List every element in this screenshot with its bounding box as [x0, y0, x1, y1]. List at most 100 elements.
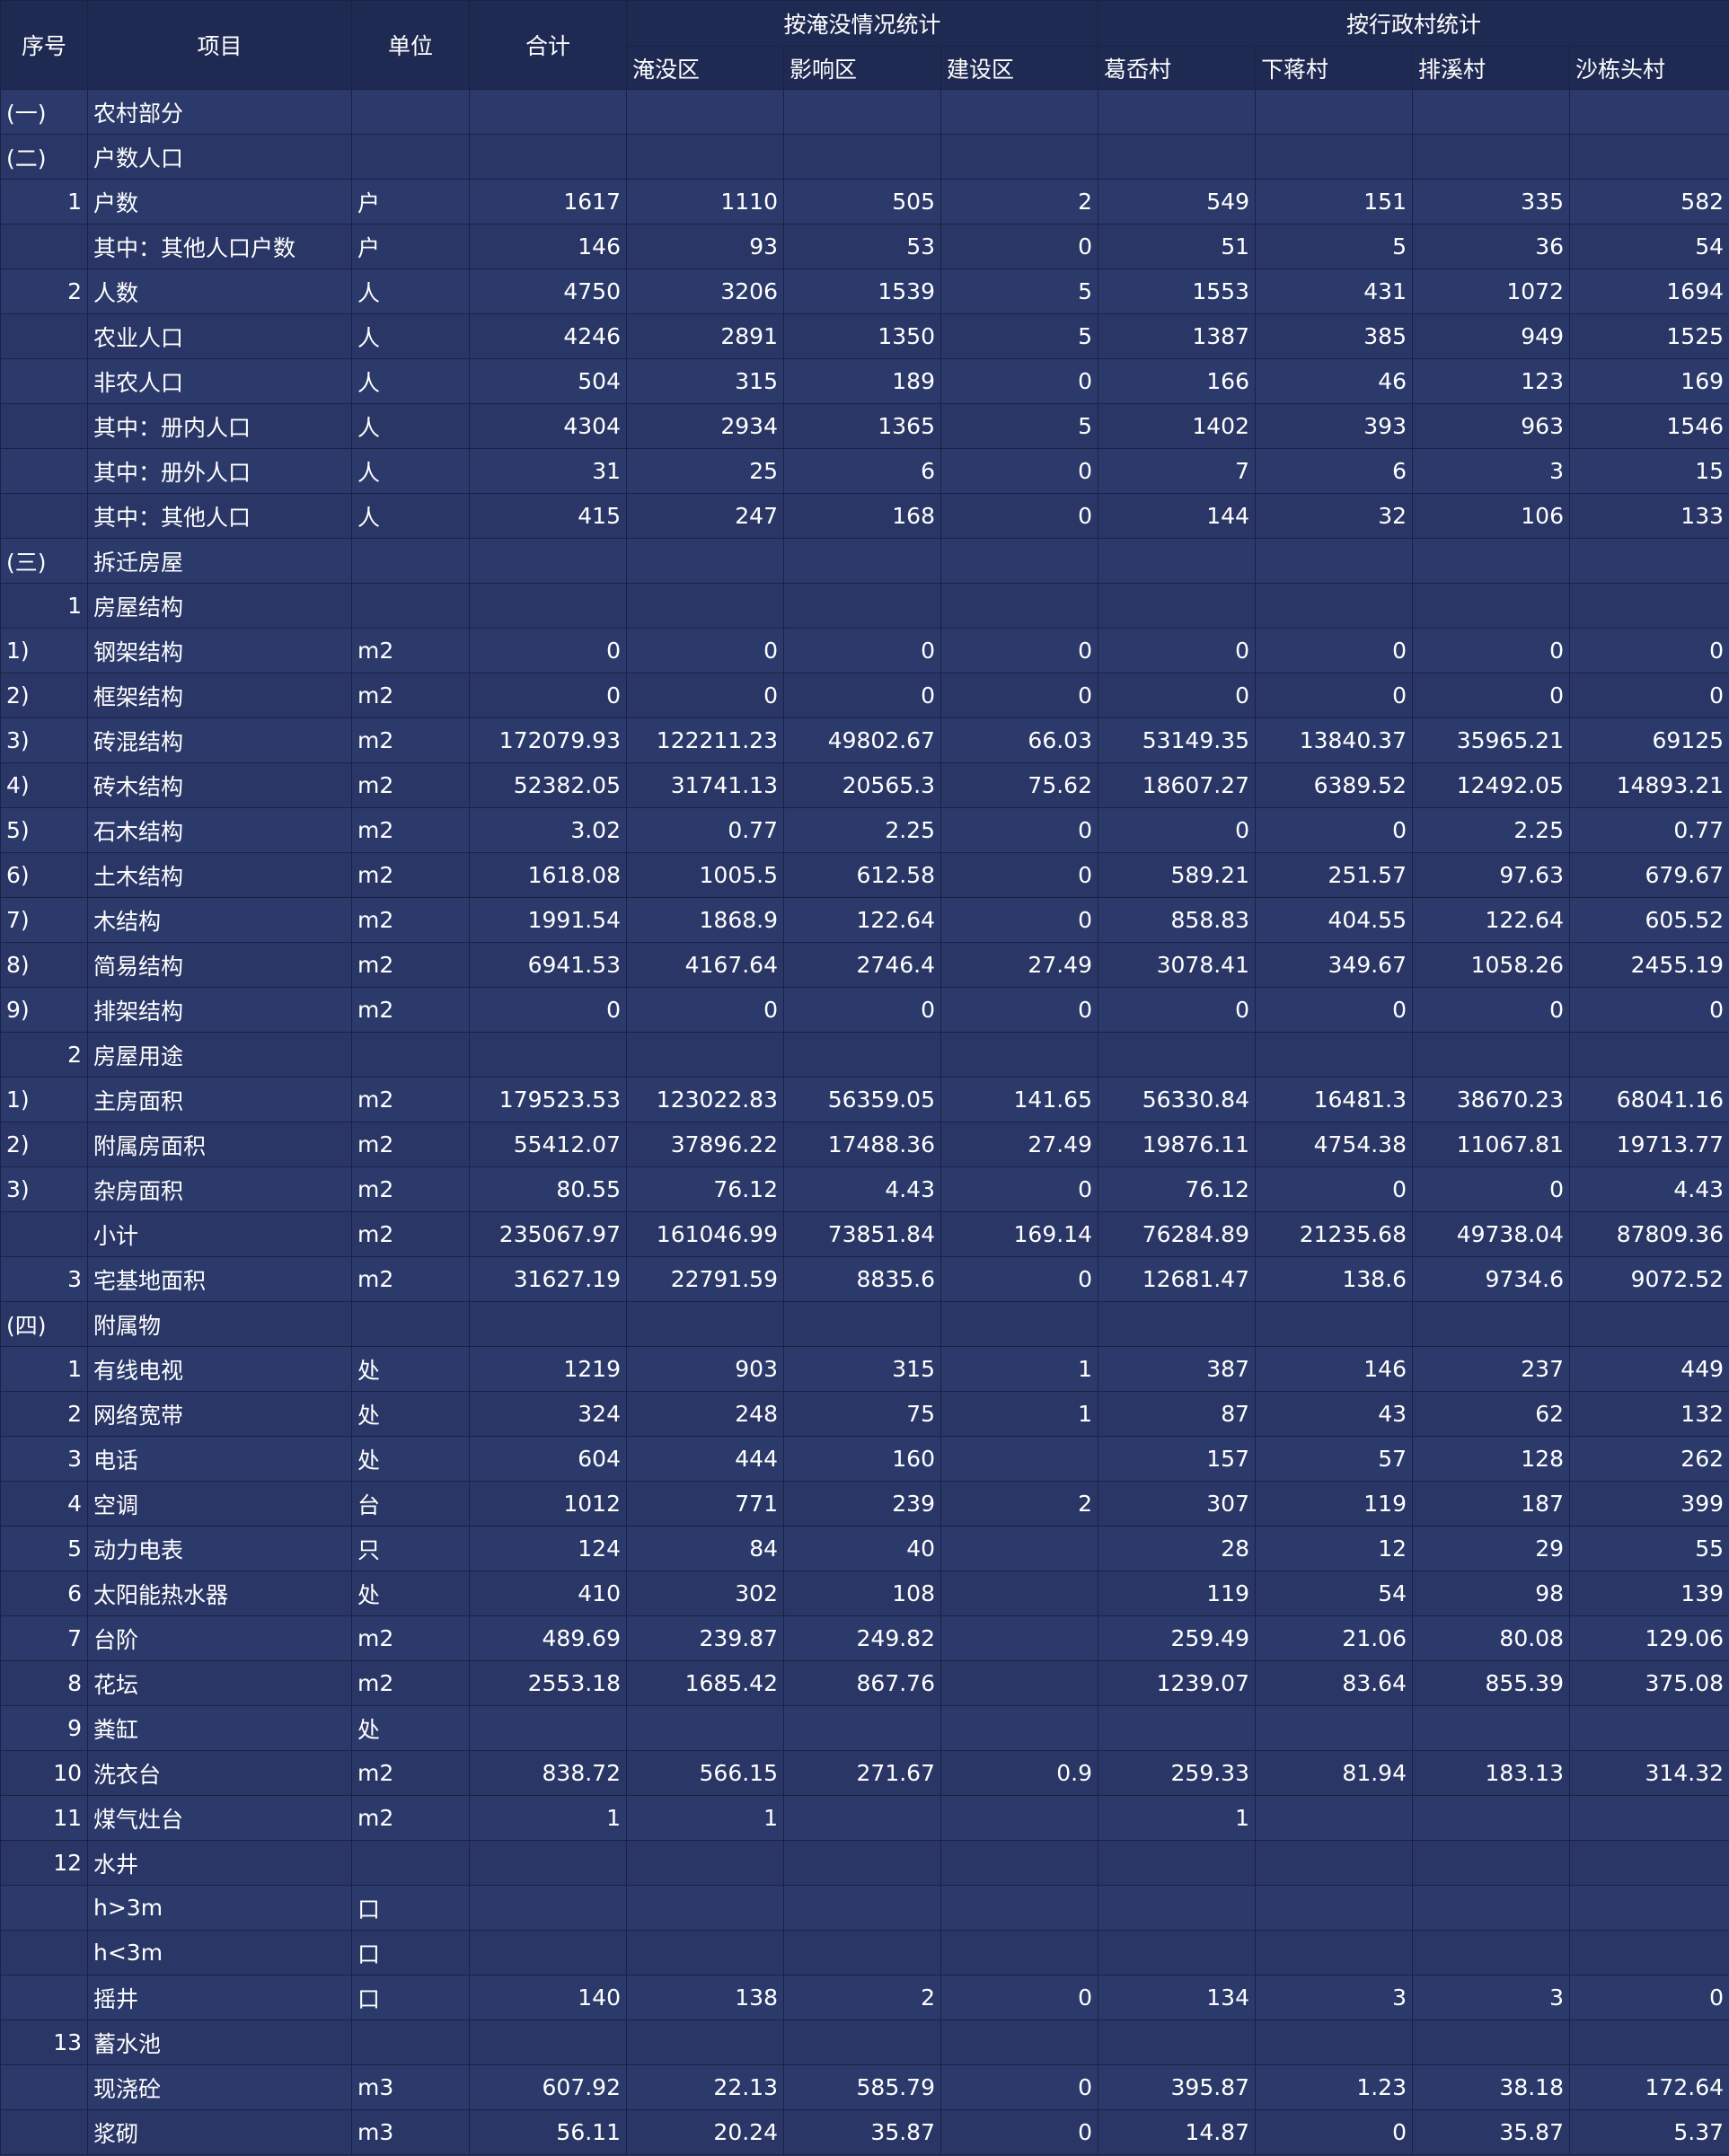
cell-value [1412, 583, 1570, 629]
cell-value: 259.49 [1098, 1615, 1256, 1661]
cell-value: 139 [1568, 1571, 1729, 1616]
cell-value: 183.13 [1412, 1750, 1570, 1796]
cell-value [940, 134, 1098, 180]
cell-value: 160 [783, 1436, 941, 1482]
cell-seq [0, 448, 88, 494]
cell-value: 144 [1098, 493, 1256, 539]
cell-value: 122211.23 [626, 717, 784, 763]
cell-item: 网络宽带 [87, 1391, 352, 1437]
cell-value: 1058.26 [1412, 942, 1570, 988]
cell-seq: 7) [0, 897, 88, 943]
cell-seq: 9 [0, 1705, 88, 1751]
cell-value [1255, 2020, 1413, 2065]
cell-value: 585.79 [783, 2064, 941, 2110]
cell-value: 56.11 [469, 2109, 627, 2155]
cell-value: 444 [626, 1436, 784, 1482]
cell-value: 3 [1412, 1975, 1570, 2020]
cell-value [1255, 1301, 1413, 1347]
table-row: 2) 框架结构 m2 0 0 0 0 0 0 0 0 [0, 673, 1729, 718]
cell-value: 12681.47 [1098, 1256, 1256, 1302]
cell-value [1255, 583, 1413, 629]
cell-item: 附属房面积 [87, 1122, 352, 1167]
cell-value: 239 [783, 1481, 941, 1527]
cell-item: 洗衣台 [87, 1750, 352, 1796]
cell-value: 5 [940, 313, 1098, 359]
cell-unit: m2 [351, 1615, 470, 1661]
cell-value [1568, 1885, 1729, 1931]
cell-value [783, 1705, 941, 1751]
cell-value: 146 [1255, 1346, 1413, 1392]
cell-value: 166 [1098, 358, 1256, 404]
table-row: 1 有线电视处 1219 903 315 1 387 146 237 449 [0, 1346, 1729, 1392]
cell-value: 55 [1568, 1526, 1729, 1571]
cell-seq: 8) [0, 942, 88, 988]
cell-value: 119 [1098, 1571, 1256, 1616]
cell-value: 307 [1098, 1481, 1256, 1527]
cell-value [783, 1930, 941, 1976]
cell-value: 0 [1412, 1166, 1570, 1212]
cell-value [783, 1795, 941, 1841]
cell-value: 549 [1098, 179, 1256, 224]
cell-unit: m2 [351, 807, 470, 853]
cell-value [783, 538, 941, 584]
cell-value: 838.72 [469, 1750, 627, 1796]
cell-value: 108 [783, 1571, 941, 1616]
cell-item: 太阳能热水器 [87, 1571, 352, 1616]
cell-value: 157 [1098, 1436, 1256, 1482]
cell-value: 1.23 [1255, 2064, 1413, 2110]
cell-item: 水井 [87, 1840, 352, 1886]
cell-value: 87 [1098, 1391, 1256, 1437]
header-sub: 排溪村 [1412, 46, 1570, 90]
cell-value: 129.06 [1568, 1615, 1729, 1661]
cell-value: 5 [1255, 224, 1413, 269]
cell-value: 133 [1568, 493, 1729, 539]
cell-value [940, 1885, 1098, 1931]
cell-value: 335 [1412, 179, 1570, 224]
cell-value: 17488.36 [783, 1122, 941, 1167]
cell-value [783, 134, 941, 180]
cell-value: 1553 [1098, 268, 1256, 314]
cell-value: 43 [1255, 1391, 1413, 1437]
cell-value [1098, 1885, 1256, 1931]
cell-value: 3.02 [469, 807, 627, 853]
cell-value: 122.64 [1412, 897, 1570, 943]
cell-value: 6941.53 [469, 942, 627, 988]
cell-value: 179523.53 [469, 1077, 627, 1122]
cell-seq: 12 [0, 1840, 88, 1886]
table-row: 4 空调台 1012 771 239 2 307 119 187 399 [0, 1481, 1729, 1527]
cell-seq [0, 2109, 88, 2155]
cell-value: 5.37 [1568, 2109, 1729, 2155]
cell-value: 2746.4 [783, 942, 941, 988]
cell-value: 1 [1098, 1795, 1256, 1841]
cell-value: 0 [940, 224, 1098, 269]
cell-value [1568, 1301, 1729, 1347]
cell-value: 53 [783, 224, 941, 269]
cell-item: 浆砌 [87, 2109, 352, 2155]
table-row: 9) 排架结构 m2 0 0 0 0 0 0 0 0 [0, 987, 1729, 1033]
cell-value [626, 583, 784, 629]
cell-value: 1 [469, 1795, 627, 1841]
cell-item: 杂房面积 [87, 1166, 352, 1212]
cell-value: 449 [1568, 1346, 1729, 1392]
table-row: 其中：其他人口人 415 247 168 0 144 32 106 133 [0, 493, 1729, 539]
cell-value: 31 [469, 448, 627, 494]
cell-value: 21235.68 [1255, 1211, 1413, 1257]
cell-item: 宅基地面积 [87, 1256, 352, 1302]
cell-value [1568, 1795, 1729, 1841]
cell-value: 0 [1568, 628, 1729, 673]
cell-seq: 5 [0, 1526, 88, 1571]
cell-value [469, 538, 627, 584]
cell-value: 0.77 [1568, 807, 1729, 853]
cell-value [1255, 1930, 1413, 1976]
cell-item: 非农人口 [87, 358, 352, 404]
cell-item: 框架结构 [87, 673, 352, 718]
cell-value: 0 [1412, 673, 1570, 718]
cell-unit: m2 [351, 1750, 470, 1796]
cell-value: 0.77 [626, 807, 784, 853]
cell-value: 604 [469, 1436, 627, 1482]
table-row: (一) 农村部分 [0, 89, 1729, 135]
cell-value: 81.94 [1255, 1750, 1413, 1796]
cell-value: 1 [940, 1346, 1098, 1392]
cell-value: 35.87 [1412, 2109, 1570, 2155]
cell-value: 66.03 [940, 717, 1098, 763]
